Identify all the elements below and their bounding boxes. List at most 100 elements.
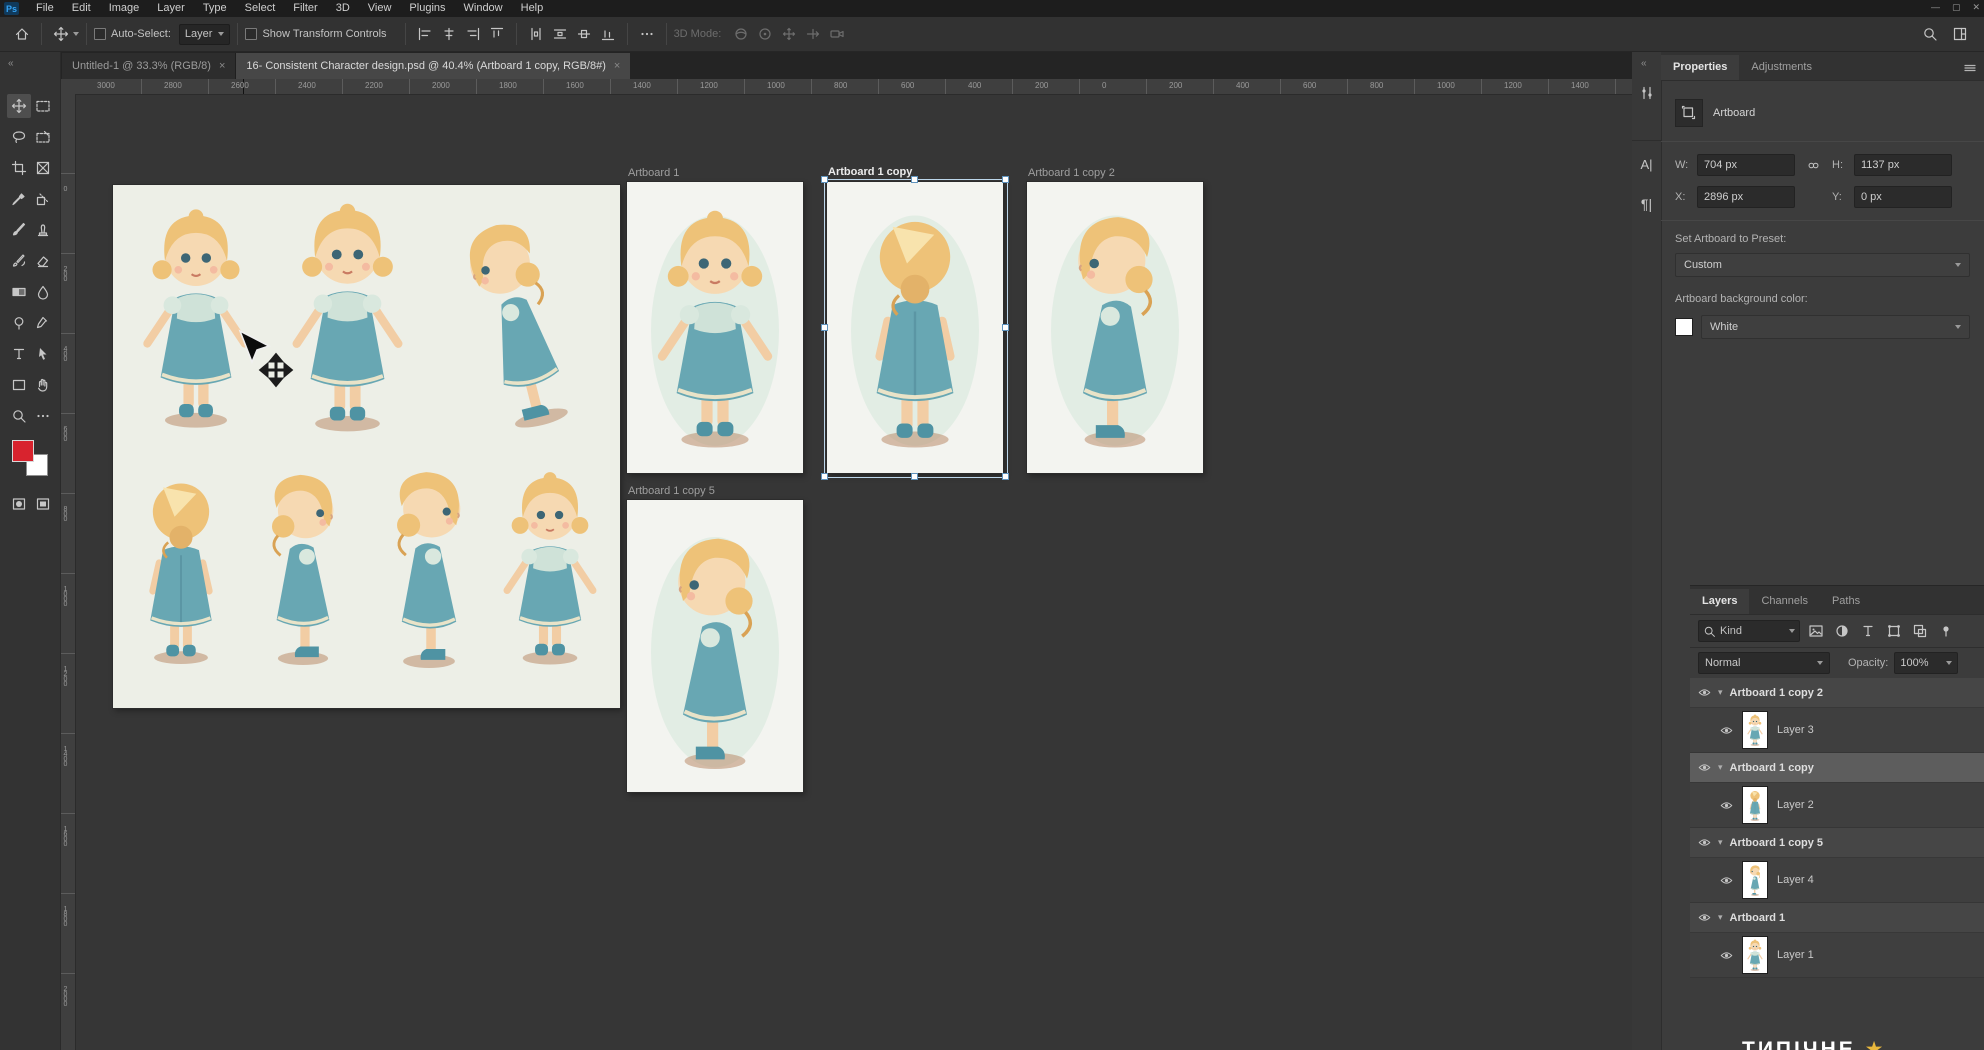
reference-artboard[interactable] [113, 185, 620, 708]
history-brush-tool[interactable] [7, 249, 31, 273]
layer-group-row[interactable]: ▾ Artboard 1 [1690, 903, 1984, 933]
canvas-area[interactable]: 3000280026002400220020001800160014001200… [60, 79, 1632, 1050]
layer-filter-dropdown[interactable]: Kind [1698, 620, 1800, 642]
artboard-1[interactable] [627, 182, 803, 473]
artboard-label[interactable]: Artboard 1 copy 5 [628, 485, 715, 497]
selection-handle[interactable] [1002, 176, 1009, 183]
move-tool[interactable] [7, 94, 31, 118]
link-dimensions-icon[interactable] [1807, 159, 1820, 172]
align-left-button[interactable] [413, 22, 437, 46]
3d-rotate-button[interactable] [729, 22, 753, 46]
artboard-label[interactable]: Artboard 1 copy 2 [1028, 167, 1115, 179]
artboard-1-copy-2[interactable] [1027, 182, 1203, 473]
menu-image[interactable]: Image [100, 0, 149, 17]
brush-tool[interactable] [7, 218, 31, 242]
layer-row[interactable]: Layer 3 [1690, 708, 1984, 753]
distribute-v-button[interactable] [548, 22, 572, 46]
selection-handle[interactable] [821, 473, 828, 480]
filter-type-layers-button[interactable] [1858, 621, 1878, 641]
hand-tool[interactable] [31, 373, 55, 397]
foreground-color-swatch[interactable] [12, 440, 34, 462]
filter-pixel-layers-button[interactable] [1806, 621, 1826, 641]
auto-select-dropdown[interactable]: Layer [179, 24, 231, 45]
clone-stamp-tool[interactable] [31, 218, 55, 242]
tool-preset-caret[interactable] [73, 32, 79, 36]
chevron-down-icon[interactable]: ▾ [1718, 837, 1723, 848]
show-transform-checkbox[interactable] [245, 28, 257, 40]
menu-filter[interactable]: Filter [284, 0, 326, 17]
chevron-down-icon[interactable]: ▾ [1718, 912, 1723, 923]
visibility-eye-icon[interactable] [1720, 874, 1733, 887]
artboard-label-selected[interactable]: Artboard 1 copy [828, 166, 912, 178]
align-right-button[interactable] [461, 22, 485, 46]
filter-adjustment-layers-button[interactable] [1832, 621, 1852, 641]
gradient-tool[interactable] [7, 280, 31, 304]
crop-tool[interactable] [7, 156, 31, 180]
home-button[interactable] [10, 22, 34, 46]
zoom-tool[interactable] [7, 404, 31, 428]
visibility-eye-icon[interactable] [1698, 836, 1711, 849]
frame-tool[interactable] [31, 156, 55, 180]
menu-select[interactable]: Select [236, 0, 285, 17]
rectangle-tool[interactable] [7, 373, 31, 397]
layer-row[interactable]: Layer 4 [1690, 858, 1984, 903]
blend-mode-dropdown[interactable]: Normal [1698, 652, 1830, 674]
selection-handle[interactable] [821, 324, 828, 331]
type-tool[interactable] [7, 342, 31, 366]
height-field[interactable]: 1137 px [1854, 154, 1952, 176]
3d-drag-button[interactable] [777, 22, 801, 46]
layer-row[interactable]: Layer 2 [1690, 783, 1984, 828]
marquee-tool[interactable] [31, 94, 55, 118]
artboard-bg-swatch[interactable] [1675, 318, 1693, 336]
workspace-icon[interactable] [1952, 26, 1968, 42]
filtering-toggle[interactable] [1936, 621, 1956, 641]
menu-type[interactable]: Type [194, 0, 236, 17]
menu-file[interactable]: File [27, 0, 63, 17]
tab-properties[interactable]: Properties [1661, 55, 1739, 80]
layer-thumbnail[interactable] [1742, 936, 1768, 974]
collapse-tools-icon[interactable]: « [8, 58, 14, 69]
x-field[interactable]: 2896 px [1697, 186, 1795, 208]
visibility-eye-icon[interactable] [1720, 949, 1733, 962]
selection-handle[interactable] [1002, 473, 1009, 480]
dodge-tool[interactable] [7, 311, 31, 335]
align-bottom-button[interactable] [596, 22, 620, 46]
chevron-down-icon[interactable]: ▾ [1718, 687, 1723, 698]
preset-dropdown[interactable]: Custom [1675, 253, 1970, 277]
quick-mask-button[interactable] [7, 492, 31, 516]
edit-toolbar-button[interactable] [31, 404, 55, 428]
tab-layers[interactable]: Layers [1690, 589, 1749, 614]
menu-help[interactable]: Help [512, 0, 553, 17]
tab-untitled-1[interactable]: Untitled-1 @ 33.3% (RGB/8) × [62, 53, 236, 79]
visibility-eye-icon[interactable] [1720, 724, 1733, 737]
healing-brush-tool[interactable] [31, 187, 55, 211]
layer-row[interactable]: Layer 1 [1690, 933, 1984, 978]
selection-handle[interactable] [821, 176, 828, 183]
layer-thumbnail[interactable] [1742, 861, 1768, 899]
visibility-eye-icon[interactable] [1698, 686, 1711, 699]
tab-close-icon[interactable]: × [614, 60, 620, 72]
artboard-1-copy-5[interactable] [627, 500, 803, 792]
artboard-bg-dropdown[interactable]: White [1701, 315, 1970, 339]
tab-channels[interactable]: Channels [1749, 589, 1819, 614]
filter-shape-layers-button[interactable] [1884, 621, 1904, 641]
visibility-eye-icon[interactable] [1720, 799, 1733, 812]
align-middle-button[interactable] [572, 22, 596, 46]
layer-group-row[interactable]: ▾ Artboard 1 copy 2 [1690, 678, 1984, 708]
selection-handle[interactable] [911, 176, 918, 183]
menu-plugins[interactable]: Plugins [400, 0, 454, 17]
paragraph-panel-button[interactable]: ¶| [1632, 191, 1661, 217]
filter-smart-objects-button[interactable] [1910, 621, 1930, 641]
layer-group-row[interactable]: ▾ Artboard 1 copy 5 [1690, 828, 1984, 858]
y-field[interactable]: 0 px [1854, 186, 1952, 208]
blur-tool[interactable] [31, 280, 55, 304]
3d-slide-button[interactable] [801, 22, 825, 46]
opacity-field[interactable]: 100% [1894, 652, 1958, 674]
distribute-h-button[interactable] [524, 22, 548, 46]
artboard-label[interactable]: Artboard 1 [628, 167, 679, 179]
artboard-1-copy[interactable] [827, 182, 1003, 473]
panel-menu-icon[interactable] [1962, 60, 1978, 76]
menu-3d[interactable]: 3D [327, 0, 359, 17]
visibility-eye-icon[interactable] [1698, 911, 1711, 924]
auto-select-checkbox[interactable] [94, 28, 106, 40]
